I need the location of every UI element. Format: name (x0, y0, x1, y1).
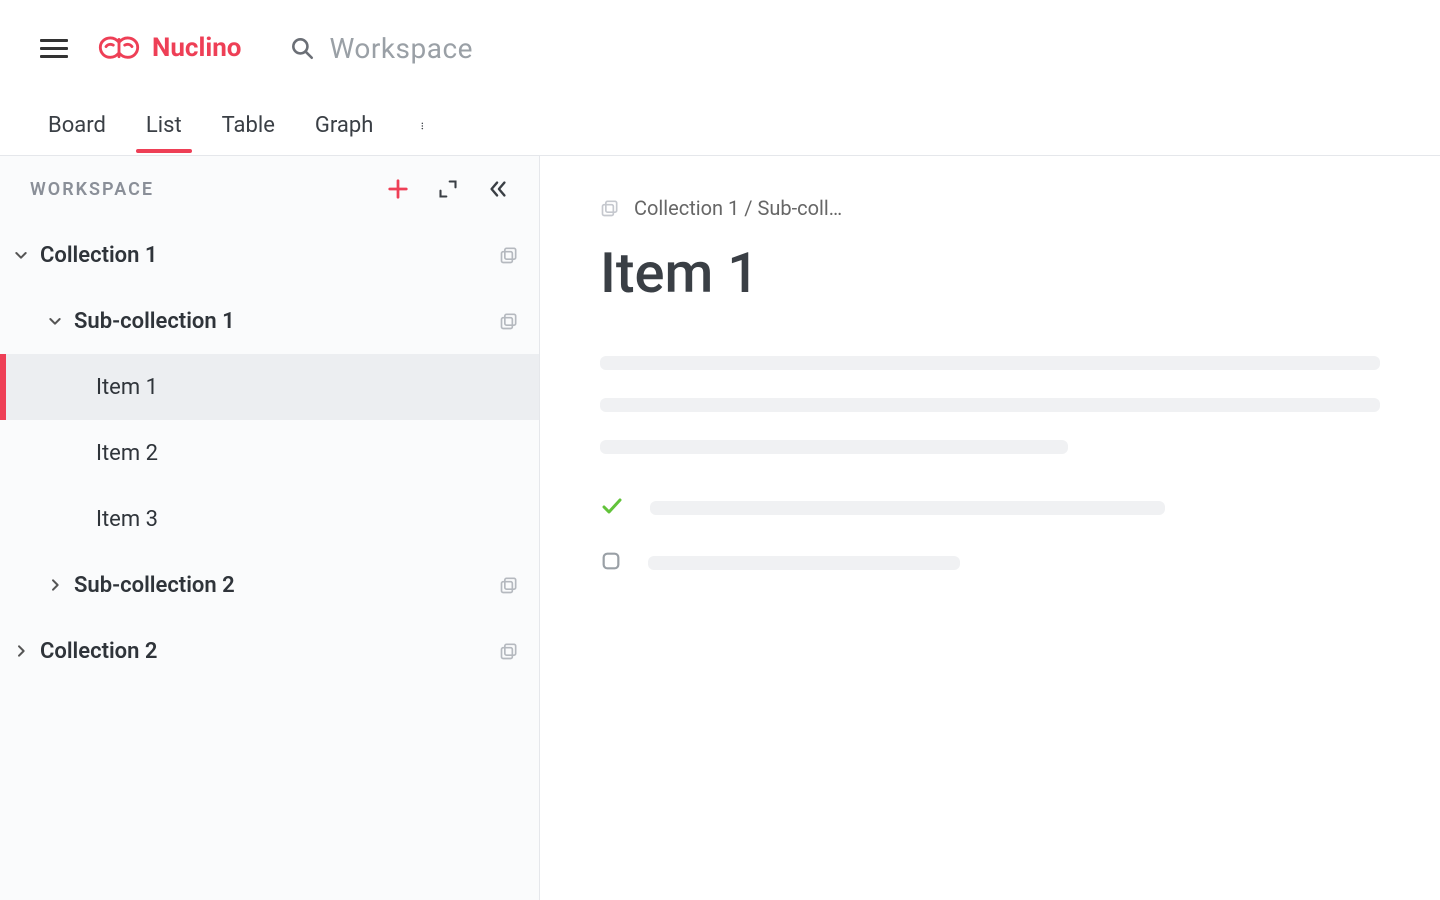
search-placeholder: Workspace (329, 32, 472, 65)
tab-board[interactable]: Board (48, 99, 106, 152)
tree-label: Collection 2 (40, 639, 157, 664)
checkbox-empty-icon (600, 550, 622, 576)
tree-item[interactable]: Item 2 (0, 420, 539, 486)
expand-icon[interactable] (437, 178, 459, 200)
brain-icon (96, 32, 142, 64)
document-title[interactable]: Item 1 (600, 240, 1380, 306)
tree-subcollection[interactable]: Sub-collection 2 (0, 552, 539, 618)
chevron-down-icon (46, 312, 64, 330)
tree-label: Collection 1 (40, 243, 157, 268)
tree-collection[interactable]: Collection 1 (0, 222, 539, 288)
content-placeholder-line (600, 440, 1068, 454)
sidebar-title: WORKSPACE (30, 179, 154, 200)
collection-icon (499, 575, 519, 595)
tab-table[interactable]: Table (222, 99, 275, 152)
content-placeholder-line (650, 501, 1165, 515)
app-header: Nuclino Workspace (0, 0, 1440, 96)
collection-icon (499, 641, 519, 661)
content-placeholder-line (600, 398, 1380, 412)
chevron-right-icon (46, 576, 64, 594)
view-tabs: Board List Table Graph (0, 96, 1440, 156)
checklist-item[interactable] (600, 494, 1380, 522)
tree-label: Sub-collection 1 (74, 309, 235, 334)
sidebar-header: WORKSPACE (0, 156, 539, 222)
chevron-right-icon (12, 642, 30, 660)
tab-list[interactable]: List (146, 99, 182, 152)
tab-graph[interactable]: Graph (315, 99, 373, 152)
collection-icon (499, 245, 519, 265)
tree-subcollection[interactable]: Sub-collection 1 (0, 288, 539, 354)
tree-label: Item 3 (96, 507, 158, 532)
tree-item[interactable]: Item 1 (0, 354, 539, 420)
menu-button[interactable] (40, 34, 68, 62)
tree-item[interactable]: Item 3 (0, 486, 539, 552)
sidebar: WORKSPACE Collection (0, 156, 540, 900)
add-item-button[interactable] (387, 178, 409, 200)
tree-collection[interactable]: Collection 2 (0, 618, 539, 684)
collection-icon (499, 311, 519, 331)
search-icon (289, 35, 315, 61)
brand-logo[interactable]: Nuclino (96, 32, 241, 64)
search-input[interactable]: Workspace (289, 32, 472, 65)
collection-icon (600, 198, 620, 218)
sidebar-tree: Collection 1 Sub-collection 1 (0, 222, 539, 704)
breadcrumb[interactable]: Collection 1 / Sub-coll… (600, 196, 860, 220)
tabs-more-button[interactable] (413, 106, 437, 146)
tree-label: Sub-collection 2 (74, 573, 235, 598)
chevron-down-icon (12, 246, 30, 264)
tree-label: Item 1 (96, 375, 158, 400)
content-placeholder-line (600, 356, 1380, 370)
breadcrumb-text: Collection 1 / Sub-coll… (634, 196, 842, 220)
checklist-item[interactable] (600, 550, 1380, 576)
checklist (600, 494, 1380, 576)
tree-label: Item 2 (96, 441, 158, 466)
collapse-sidebar-button[interactable] (487, 178, 509, 200)
check-icon (600, 494, 624, 522)
document-pane: Collection 1 / Sub-coll… Item 1 (540, 156, 1440, 900)
content-placeholder-line (648, 556, 960, 570)
brand-name: Nuclino (152, 33, 241, 63)
